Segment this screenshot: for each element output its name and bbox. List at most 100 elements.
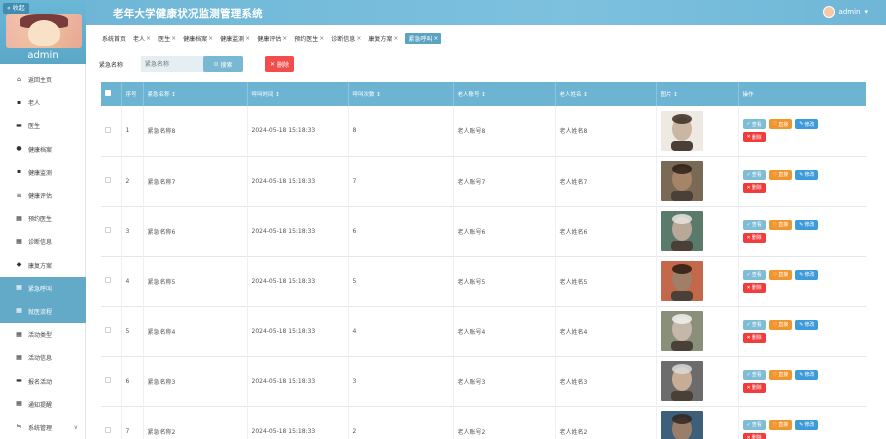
table-row[interactable]: 2 紧急名称7 2024-05-18 15:18:33 7 老人账号7 老人姓名7 ✓ 查看 ♡… xyxy=(101,156,866,206)
tab[interactable]: 诊断信息 × xyxy=(331,34,361,43)
collapse-button[interactable]: « 收起 xyxy=(3,3,29,14)
select-all-checkbox[interactable] xyxy=(105,90,111,96)
edit-button[interactable]: ✎ 修改 xyxy=(795,219,819,230)
tab[interactable]: 预约医生 × xyxy=(294,34,324,43)
row-checkbox[interactable] xyxy=(105,377,111,383)
bulk-delete-button[interactable]: ✕ 删除 xyxy=(265,56,294,72)
sidebar-item[interactable]: ● 健康档案 xyxy=(0,138,86,161)
table-row[interactable]: 3 紧急名称6 2024-05-18 15:18:33 6 老人账号6 老人姓名6 ✓ 查看 ♡… xyxy=(101,206,866,256)
delete-button[interactable]: ✕ 删除 xyxy=(742,182,766,193)
row-checkbox[interactable] xyxy=(105,126,111,133)
favorite-button[interactable]: ♡ 直接 xyxy=(768,369,793,380)
edit-button[interactable]: ✎ 修改 xyxy=(795,419,819,430)
favorite-button[interactable]: ♡ 直接 xyxy=(768,119,793,130)
column-header[interactable]: 呼叫次数 ↕ xyxy=(348,82,454,106)
favorite-button[interactable]: ♡ 直接 xyxy=(768,319,793,330)
user-menu[interactable]: admin ▾ xyxy=(822,6,868,18)
favorite-button[interactable]: ♡ 直接 xyxy=(768,419,793,430)
page-title: 老年大学健康状况监测管理系统 xyxy=(113,8,263,20)
sidebar-item[interactable]: ▦ 就医流程 xyxy=(0,299,86,324)
data-table: 序号 紧急名称 ↕ 呼叫时间 ↕ 呼叫次数 ↕ 老人账号 ↕ 老人姓名 ↕ 图片 ↕ 操作 1… xyxy=(101,82,866,439)
table-row[interactable]: 4 紧急名称5 2024-05-18 15:18:33 5 老人账号5 老人姓名5 ✓ 查看 ♡… xyxy=(101,256,866,306)
check-icon: ✓ xyxy=(746,271,751,278)
table-row[interactable]: 7 紧急名称2 2024-05-18 15:18:33 2 老人账号2 老人姓名2 ✓ 查看 ♡… xyxy=(101,406,866,439)
row-checkbox[interactable] xyxy=(105,177,111,183)
delete-button[interactable]: ✕ 删除 xyxy=(742,132,766,143)
column-header[interactable]: 序号 xyxy=(121,82,144,106)
column-header[interactable]: 呼叫时间 ↕ xyxy=(247,82,349,106)
delete-button[interactable]: ✕ 删除 xyxy=(742,282,766,293)
sidebar-item[interactable]: ▪ 健康监测 xyxy=(0,161,86,184)
close-icon[interactable]: × xyxy=(245,35,250,42)
sidebar-item[interactable]: ≡ 健康评估 xyxy=(0,184,86,207)
delete-button[interactable]: ✕ 删除 xyxy=(742,232,766,243)
tab[interactable]: 健康档案 × xyxy=(183,34,213,43)
tab[interactable]: 紧急呼叫 × xyxy=(405,32,442,44)
table-row[interactable]: 6 紧急名称3 2024-05-18 15:18:33 3 老人账号3 老人姓名3 ✓ 查看 ♡… xyxy=(101,356,866,406)
admin-name: admin xyxy=(27,50,59,61)
view-button[interactable]: ✓ 查看 xyxy=(742,119,766,130)
sidebar-item[interactable]: ▦ 预约医生 xyxy=(0,207,86,230)
sidebar-item[interactable]: ▬ 报名活动 xyxy=(0,369,86,392)
close-icon[interactable]: × xyxy=(356,35,361,42)
close-icon[interactable]: × xyxy=(208,35,213,42)
row-number: 3 xyxy=(121,206,144,256)
tab[interactable]: 康复方案 × xyxy=(368,34,398,43)
search-input[interactable] xyxy=(141,56,211,72)
table-row[interactable]: 5 紧急名称4 2024-05-18 15:18:33 4 老人账号4 老人姓名4 ✓ 查看 ♡… xyxy=(101,306,866,356)
column-header[interactable]: 紧急名称 ↕ xyxy=(143,82,248,106)
sidebar-item[interactable]: ▪ 老人 xyxy=(0,91,86,114)
sidebar-item[interactable]: ◆ 康复方案 xyxy=(0,254,86,277)
edit-button[interactable]: ✎ 修改 xyxy=(795,169,819,180)
sidebar-item[interactable]: ▦ 紧急呼叫 xyxy=(0,276,86,300)
column-header[interactable]: 老人账号 ↕ xyxy=(453,82,556,106)
table-row[interactable]: 1 紧急名称8 2024-05-18 15:18:33 8 老人账号8 老人姓名8 ✓ 查看 ♡… xyxy=(101,106,866,156)
favorite-button[interactable]: ♡ 直接 xyxy=(768,219,793,230)
sidebar-item[interactable]: ≒ 系统管理 ∨ xyxy=(0,416,86,439)
close-icon[interactable]: × xyxy=(282,35,287,42)
tab[interactable]: 健康评估 × xyxy=(257,34,287,43)
close-icon[interactable]: × xyxy=(393,35,398,42)
column-header[interactable]: 操作 xyxy=(738,82,866,106)
view-button[interactable]: ✓ 查看 xyxy=(742,419,766,430)
photo-cell xyxy=(656,356,739,406)
view-button[interactable]: ✓ 查看 xyxy=(742,219,766,230)
close-icon[interactable]: × xyxy=(171,35,176,42)
view-button[interactable]: ✓ 查看 xyxy=(742,319,766,330)
edit-button[interactable]: ✎ 修改 xyxy=(795,319,819,330)
column-header[interactable]: 图片 ↕ xyxy=(656,82,739,106)
tab[interactable]: 老人 × xyxy=(133,34,151,43)
row-checkbox[interactable] xyxy=(105,427,111,433)
favorite-button[interactable]: ♡ 直接 xyxy=(768,269,793,280)
sidebar-item[interactable]: ▦ 活动信息 xyxy=(0,346,86,369)
view-button[interactable]: ✓ 查看 xyxy=(742,269,766,280)
tab[interactable]: 医生 × xyxy=(158,34,176,43)
tab[interactable]: 系统首页 xyxy=(102,34,126,43)
close-icon[interactable]: × xyxy=(319,35,324,42)
sidebar-item[interactable]: ▦ 通知提醒 xyxy=(0,393,86,416)
view-button[interactable]: ✓ 查看 xyxy=(742,169,766,180)
close-icon[interactable]: × xyxy=(433,35,438,42)
sidebar-item[interactable]: ⌂ 返回主页 xyxy=(0,68,86,91)
sidebar-item[interactable]: ▦ 活动类型 xyxy=(0,323,86,346)
elder-photo xyxy=(660,411,703,439)
edit-button[interactable]: ✎ 修改 xyxy=(795,269,819,280)
edit-button[interactable]: ✎ 修改 xyxy=(795,119,819,130)
tab[interactable]: 健康监测 × xyxy=(220,34,250,43)
row-checkbox[interactable] xyxy=(105,227,111,233)
row-checkbox[interactable] xyxy=(105,277,111,283)
delete-button[interactable]: ✕ 删除 xyxy=(742,432,766,439)
view-button[interactable]: ✓ 查看 xyxy=(742,369,766,380)
row-checkbox[interactable] xyxy=(105,327,111,333)
actions-cell: ✓ 查看 ♡ 直接 ✎ 修改 ✕ 删除 xyxy=(738,206,866,256)
actions-cell: ✓ 查看 ♡ 直接 ✎ 修改 ✕ 删除 xyxy=(738,106,866,156)
close-icon[interactable]: × xyxy=(146,35,151,42)
column-header[interactable]: 老人姓名 ↕ xyxy=(555,82,657,106)
edit-button[interactable]: ✎ 修改 xyxy=(795,369,819,380)
delete-button[interactable]: ✕ 删除 xyxy=(742,382,766,393)
search-button[interactable]: ⊙ 搜索 xyxy=(203,56,243,72)
sidebar-item[interactable]: ▦ 诊断信息 xyxy=(0,230,86,253)
favorite-button[interactable]: ♡ 直接 xyxy=(768,169,793,180)
delete-button[interactable]: ✕ 删除 xyxy=(742,332,766,343)
sidebar-item[interactable]: ▬ 医生 xyxy=(0,114,86,137)
